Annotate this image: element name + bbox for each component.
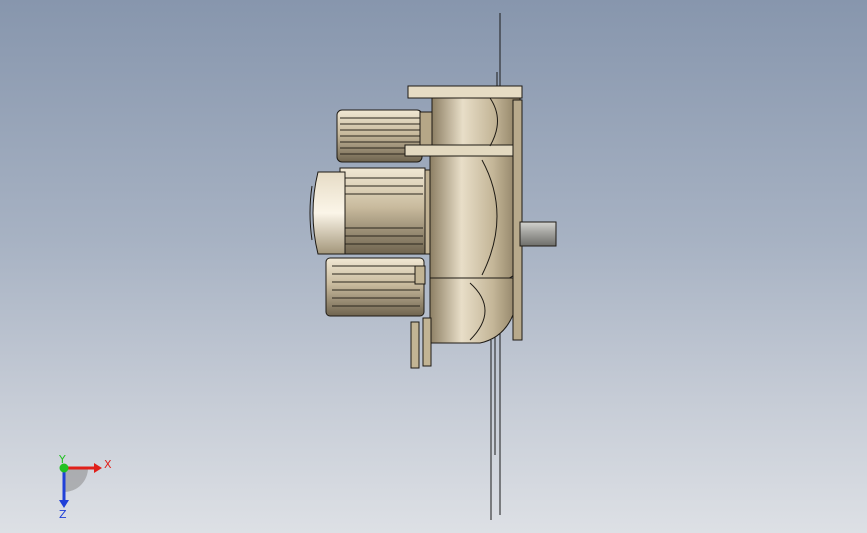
x-arrowhead	[94, 463, 102, 473]
gear-motor-model[interactable]	[0, 0, 867, 533]
z-label: Z	[59, 508, 67, 521]
bottom-motor	[325, 257, 425, 317]
y-label: Y	[58, 453, 66, 466]
z-arrowhead	[59, 500, 69, 508]
triad-plane-shade	[64, 468, 88, 492]
x-label: X	[104, 458, 112, 471]
middle-motor	[309, 167, 438, 255]
output-shaft	[519, 221, 557, 247]
coordinate-triad: X Y Z	[58, 453, 112, 521]
graphics-viewport[interactable]: X Y Z	[0, 0, 867, 533]
